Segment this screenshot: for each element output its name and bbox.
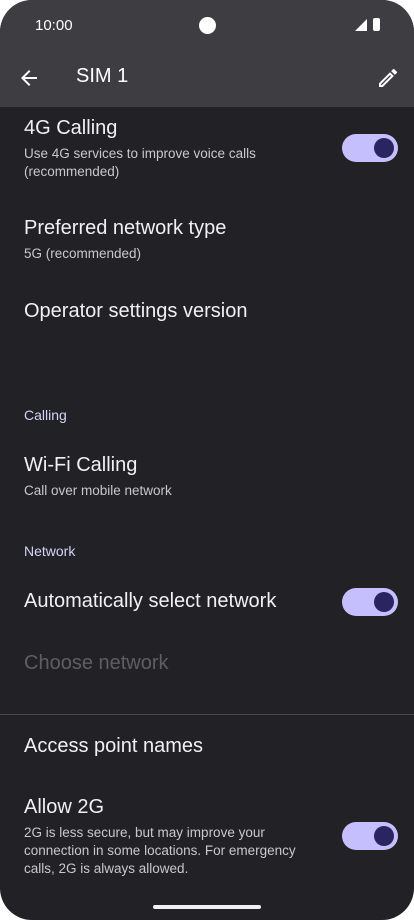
auto-select-network-toggle[interactable] bbox=[342, 588, 398, 616]
section-header-calling: Calling bbox=[24, 407, 67, 423]
4g-calling-title: 4G Calling bbox=[24, 117, 118, 139]
camera-cutout bbox=[199, 17, 216, 34]
preferred-network-subtitle: 5G (recommended) bbox=[24, 246, 142, 261]
auto-select-network-title: Automatically select network bbox=[24, 590, 277, 612]
pencil-icon bbox=[379, 68, 398, 87]
choose-network-title: Choose network bbox=[24, 652, 169, 674]
back-button[interactable] bbox=[17, 66, 41, 90]
wifi-calling-subtitle: Call over mobile network bbox=[24, 483, 172, 498]
access-point-names-title: Access point names bbox=[24, 735, 203, 757]
status-time: 10:00 bbox=[35, 17, 73, 34]
4g-calling-toggle[interactable] bbox=[342, 134, 398, 162]
wifi-calling-title: Wi-Fi Calling bbox=[24, 454, 138, 476]
toggle-thumb bbox=[374, 592, 394, 612]
operator-version-title: Operator settings version bbox=[24, 300, 248, 322]
battery-icon bbox=[373, 18, 380, 31]
divider bbox=[0, 714, 414, 715]
allow-2g-title: Allow 2G bbox=[24, 796, 105, 818]
section-header-network: Network bbox=[24, 543, 76, 559]
phone-screen: 10:00 SIM 1 4G Calling Use 4G services t… bbox=[0, 0, 414, 920]
signal-icon bbox=[355, 18, 367, 31]
4g-calling-subtitle: Use 4G services to improve voice calls (… bbox=[24, 146, 256, 179]
toggle-thumb bbox=[374, 138, 394, 158]
home-indicator[interactable] bbox=[153, 905, 261, 909]
status-icons bbox=[355, 18, 380, 31]
top-bar: 10:00 SIM 1 bbox=[0, 0, 414, 107]
allow-2g-subtitle: 2G is less secure, but may improve your … bbox=[24, 825, 296, 876]
toggle-thumb bbox=[374, 826, 394, 846]
page-title: SIM 1 bbox=[76, 65, 129, 87]
edit-button[interactable] bbox=[376, 66, 400, 90]
back-arrow-icon bbox=[21, 70, 37, 86]
preferred-network-title: Preferred network type bbox=[24, 217, 227, 239]
allow-2g-toggle[interactable] bbox=[342, 822, 398, 850]
